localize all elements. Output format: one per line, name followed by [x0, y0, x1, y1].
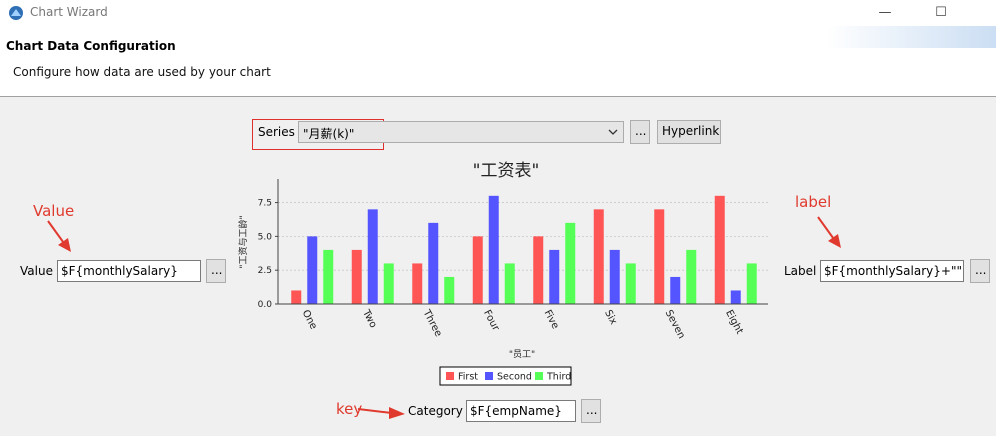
- label-ellipsis-button[interactable]: ...: [970, 259, 990, 283]
- chevron-down-icon: [608, 129, 618, 135]
- legend-item: Third: [546, 372, 571, 383]
- bar-first: [472, 236, 483, 304]
- legend-item: Second: [497, 372, 532, 383]
- page-title: Chart Data Configuration: [6, 39, 176, 53]
- bar-third: [444, 276, 455, 304]
- chart-bars: [291, 195, 757, 304]
- series-label: Series: [258, 125, 295, 139]
- wizard-header: Chart Data Configuration Configure how d…: [0, 26, 996, 97]
- value-label: Value: [20, 264, 53, 278]
- salary-bar-chart: "工资表" 0.0 2.5 5.0 7.5 One Two Three Four Five Six…: [238, 161, 768, 386]
- bar-third: [746, 263, 757, 304]
- legend-swatch: [485, 372, 493, 380]
- x-tick-label: Five: [542, 308, 561, 331]
- label-label: Label: [784, 264, 817, 278]
- bar-second: [670, 276, 681, 304]
- minimize-button[interactable]: —: [870, 3, 900, 23]
- y-axis-label: "工资与工龄": [238, 215, 249, 268]
- category-ellipsis-button[interactable]: ...: [581, 399, 601, 423]
- series-select[interactable]: "月薪(k)": [298, 121, 624, 143]
- bar-third: [565, 222, 576, 304]
- series-ellipsis-button[interactable]: ...: [630, 120, 650, 144]
- bar-first: [714, 195, 725, 304]
- bar-third: [686, 249, 697, 304]
- label-annotation: label: [795, 193, 832, 211]
- legend-swatch: [446, 372, 454, 380]
- bar-third: [323, 249, 334, 304]
- y-tick-label: 2.5: [258, 266, 272, 276]
- annotation-arrow-icon: [357, 407, 405, 419]
- value-ellipsis-button[interactable]: ...: [206, 259, 226, 283]
- x-tick-label: Four: [481, 308, 501, 333]
- x-tick-label: Three: [420, 307, 444, 338]
- bar-first: [412, 263, 423, 304]
- y-tick-label: 5.0: [258, 232, 273, 242]
- bar-third: [504, 263, 515, 304]
- bar-first: [291, 290, 302, 304]
- annotation-arrow-icon: [47, 220, 71, 252]
- title-bar: Chart Wizard — ☐: [0, 0, 996, 26]
- bar-second: [307, 236, 318, 304]
- bar-first: [533, 236, 544, 304]
- label-expression-field[interactable]: $F{monthlySalary}+"": [820, 260, 964, 282]
- bar-second: [428, 222, 439, 304]
- bar-second: [609, 249, 620, 304]
- category-label: Category: [408, 404, 463, 418]
- chart-legend: First Second Third: [439, 366, 572, 386]
- legend-swatch: [535, 372, 543, 380]
- x-tick-label: One: [300, 308, 319, 331]
- page-subtitle: Configure how data are used by your char…: [13, 65, 271, 79]
- bar-first: [654, 209, 665, 304]
- x-tick-label: Eight: [723, 308, 745, 336]
- bar-second: [367, 209, 378, 304]
- y-tick-label: 0.0: [258, 300, 273, 310]
- bar-third: [625, 263, 636, 304]
- x-tick-label: Seven: [663, 308, 687, 340]
- header-decoration: [826, 26, 996, 48]
- bar-first: [351, 249, 362, 304]
- y-tick-label: 7.5: [258, 199, 272, 209]
- bar-second: [549, 249, 560, 304]
- legend-item: First: [458, 372, 478, 383]
- x-tick-label: Six: [602, 308, 619, 327]
- bar-third: [383, 263, 394, 304]
- window-title: Chart Wizard: [30, 5, 108, 19]
- bar-second: [730, 290, 741, 304]
- x-axis-label: "员工": [509, 349, 535, 360]
- bar-second: [488, 195, 499, 304]
- chart-title: "工资表": [473, 161, 540, 181]
- category-expression-field[interactable]: $F{empName}: [466, 400, 576, 422]
- bar-first: [593, 209, 604, 304]
- maximize-button[interactable]: ☐: [926, 3, 956, 23]
- app-icon: [9, 6, 23, 20]
- annotation-arrow-icon: [817, 216, 841, 248]
- series-select-value: "月薪(k)": [303, 127, 355, 141]
- value-expression-field[interactable]: $F{monthlySalary}: [57, 260, 201, 282]
- x-tick-label: Two: [360, 307, 379, 330]
- hyperlink-button[interactable]: Hyperlink: [657, 120, 721, 144]
